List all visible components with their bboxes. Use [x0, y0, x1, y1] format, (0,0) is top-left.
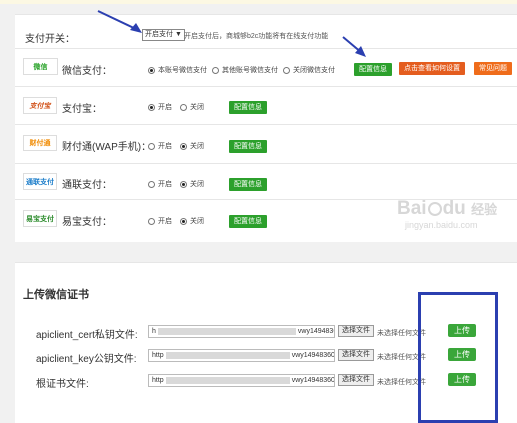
annotation-highlight-box	[418, 292, 498, 423]
radio-checked-icon	[180, 217, 187, 225]
key-file-path-input[interactable]: http vwy149483604	[148, 349, 335, 362]
alipay-logo: 支付宝	[23, 97, 57, 114]
wechat-howto-button[interactable]: 点击查看如何设置	[399, 62, 465, 75]
allinpay-label: 通联支付：	[62, 180, 112, 191]
root-cert-label: 根证书文件:	[36, 379, 89, 390]
wechat-option-off[interactable]: 关闭微信支付	[283, 65, 335, 75]
divider	[15, 86, 517, 87]
certificate-title: 上传微信证书	[23, 289, 89, 301]
redacted-path	[157, 327, 296, 335]
baidu-watermark-url: jingyan.baidu.com	[405, 220, 478, 230]
tenpay-label: 财付通(WAP手机)：	[62, 142, 152, 153]
annotation-arrow-icon	[342, 36, 366, 57]
allinpay-option-on[interactable]: 开启	[148, 179, 172, 189]
tenpay-option-off[interactable]: 关闭	[180, 141, 204, 151]
yeepay-label: 易宝支付：	[62, 217, 112, 228]
divider	[15, 48, 517, 49]
paw-icon	[427, 201, 442, 216]
allinpay-logo: 通联支付	[23, 173, 57, 190]
radio-checked-icon	[148, 66, 155, 74]
yeepay-config-button[interactable]: 配置信息	[229, 215, 267, 228]
radio-icon	[212, 66, 219, 74]
payment-switch-hint: 开启支付后，商城够b2c功能将有在线支付功能	[184, 33, 329, 40]
tenpay-logo: 财付通	[23, 135, 57, 151]
radio-checked-icon	[180, 142, 187, 150]
allinpay-config-button[interactable]: 配置信息	[229, 178, 267, 191]
root-cert-path-input[interactable]: http vwy149483604	[148, 374, 335, 387]
choose-file-button[interactable]: 选择文件	[338, 374, 374, 386]
radio-icon	[180, 103, 187, 111]
key-file-label: apiclient_key公钥文件:	[36, 354, 137, 365]
baidu-watermark: Bai du 经验	[397, 198, 498, 219]
yeepay-logo: 易宝支付	[23, 210, 57, 227]
allinpay-option-off[interactable]: 关闭	[180, 179, 204, 189]
divider	[15, 124, 517, 125]
wechat-faq-button[interactable]: 常见问题	[474, 62, 512, 75]
redacted-path	[165, 351, 290, 359]
wechat-config-button[interactable]: 配置信息	[354, 63, 392, 76]
annotation-arrow-icon	[97, 10, 142, 33]
tenpay-option-on[interactable]: 开启	[148, 141, 172, 151]
choose-file-button[interactable]: 选择文件	[338, 325, 374, 337]
radio-icon	[148, 142, 155, 150]
radio-checked-icon	[180, 180, 187, 188]
yeepay-option-off[interactable]: 关闭	[180, 216, 204, 226]
payment-switch-select[interactable]: 开启支付 ▼	[142, 29, 185, 41]
cert-file-path-input[interactable]: hvwy149483604	[148, 325, 335, 338]
alipay-option-on[interactable]: 开启	[148, 102, 172, 112]
alipay-option-off[interactable]: 关闭	[180, 102, 204, 112]
alipay-config-button[interactable]: 配置信息	[229, 101, 267, 114]
wechat-option-own[interactable]: 本账号微信支付	[148, 65, 207, 75]
wechat-option-other[interactable]: 其他账号微信支付	[212, 65, 278, 75]
wechat-pay-label: 微信支付：	[62, 66, 112, 77]
notice-strip	[0, 0, 517, 4]
radio-icon	[283, 66, 290, 74]
radio-checked-icon	[148, 103, 155, 111]
redacted-path	[165, 376, 290, 384]
radio-icon	[148, 180, 155, 188]
cert-file-label: apiclient_cert私钥文件:	[36, 330, 138, 341]
alipay-label: 支付宝：	[62, 104, 102, 115]
radio-icon	[148, 217, 155, 225]
payment-switch-label: 支付开关：	[25, 34, 75, 45]
wechat-logo: 微信	[23, 58, 58, 75]
yeepay-option-on[interactable]: 开启	[148, 216, 172, 226]
tenpay-config-button[interactable]: 配置信息	[229, 140, 267, 153]
choose-file-button[interactable]: 选择文件	[338, 349, 374, 361]
divider	[15, 163, 517, 164]
